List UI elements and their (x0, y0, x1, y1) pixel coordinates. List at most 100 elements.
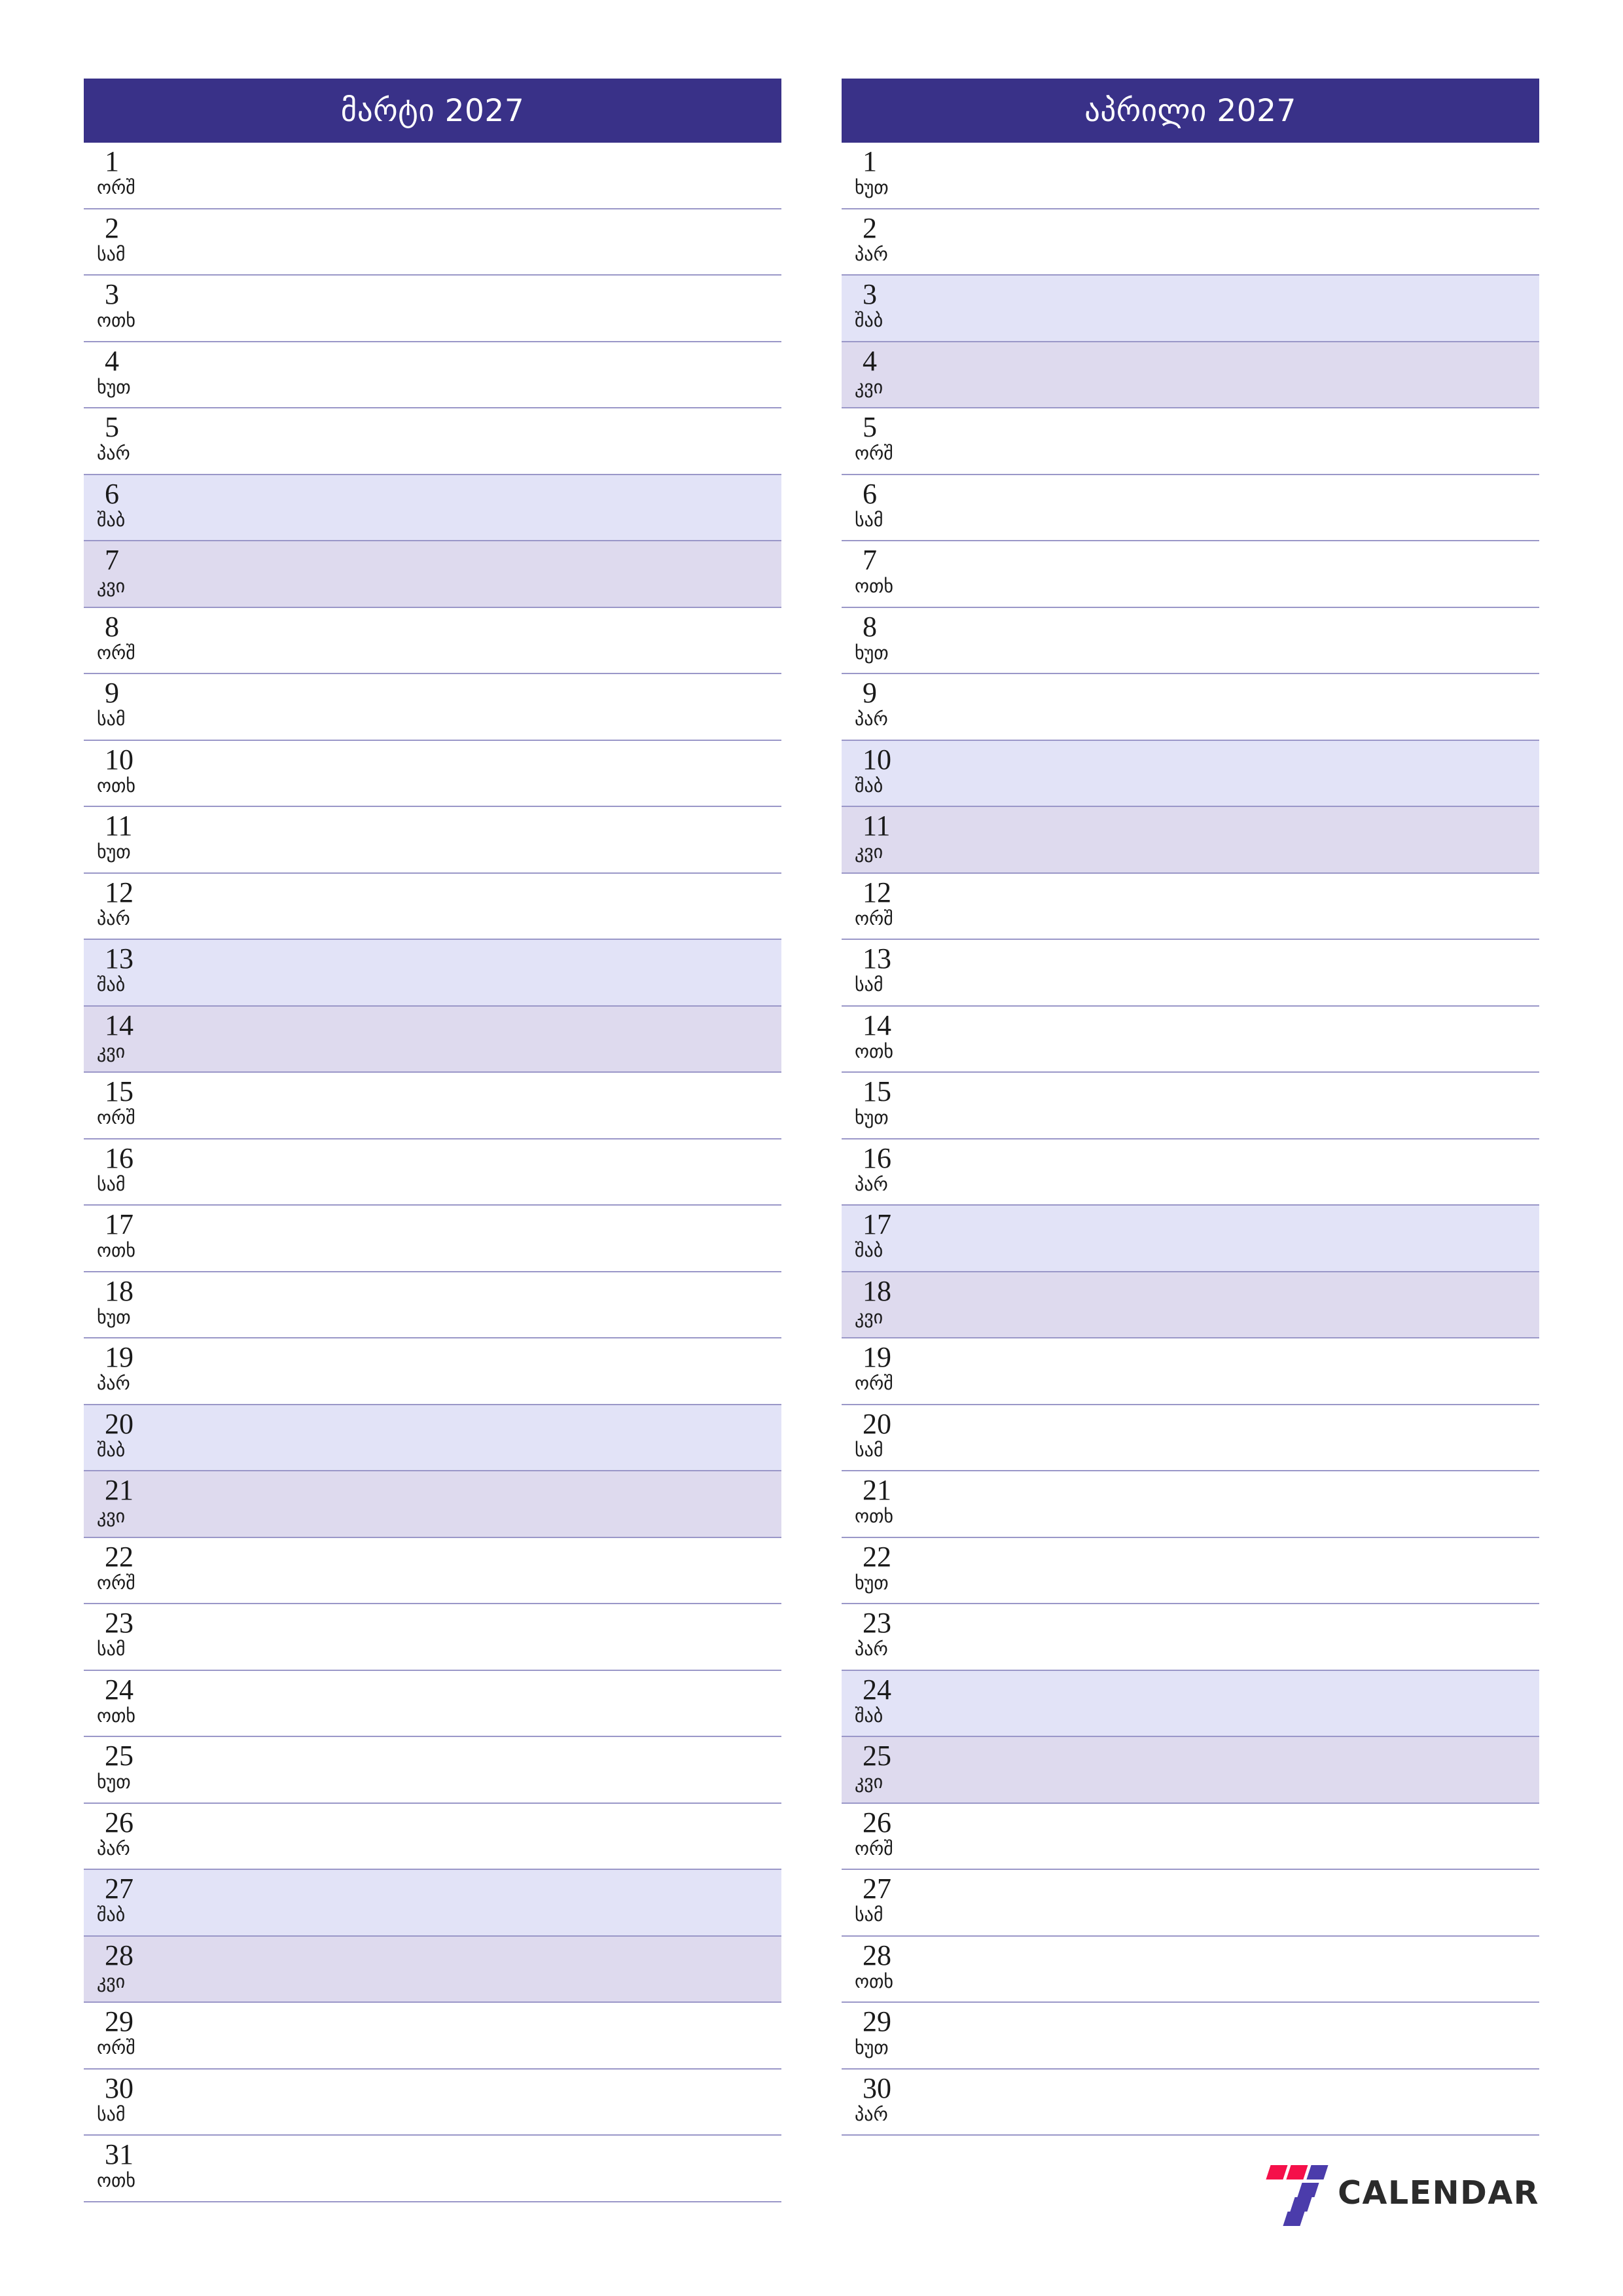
day-row[interactable]: 14 კვი (84, 1006, 781, 1073)
day-row[interactable]: 30 პარ (842, 2069, 1539, 2136)
day-number: 23 (105, 1607, 134, 1639)
day-row[interactable]: 13 შაბ (84, 940, 781, 1007)
day-weekday-label: ორშ (97, 641, 135, 664)
day-weekday-label: შაბ (855, 1704, 883, 1727)
day-row[interactable]: 28 ოთხ (842, 1936, 1539, 2003)
day-row[interactable]: 23 პარ (842, 1604, 1539, 1671)
day-weekday-label: პარ (97, 1372, 130, 1394)
day-row[interactable]: 26 ორშ (842, 1803, 1539, 1870)
day-weekday-label: შაბ (97, 1439, 126, 1461)
day-row[interactable]: 4 კვი (842, 342, 1539, 408)
day-row[interactable]: 10 შაბ (842, 740, 1539, 807)
day-number: 13 (863, 942, 891, 975)
day-number: 2 (105, 211, 119, 244)
day-row[interactable]: 2 სამ (84, 209, 781, 276)
day-number: 11 (863, 810, 891, 842)
day-row[interactable]: 13 სამ (842, 940, 1539, 1007)
day-row[interactable]: 3 ოთხ (84, 276, 781, 342)
day-weekday-label: კვი (855, 1771, 883, 1793)
day-weekday-label: ხუთ (855, 1571, 889, 1594)
day-row[interactable]: 4 ხუთ (84, 342, 781, 408)
day-weekday-label: შაბ (97, 509, 126, 531)
day-row[interactable]: 25 ხუთ (84, 1737, 781, 1804)
day-row[interactable]: 28 კვი (84, 1936, 781, 2003)
day-row[interactable]: 11 კვი (842, 807, 1539, 874)
day-row[interactable]: 24 ოთხ (84, 1670, 781, 1737)
month-title-right: აპრილი 2027 (842, 79, 1539, 143)
day-row[interactable]: 27 სამ (842, 1870, 1539, 1937)
day-weekday-label: პარ (855, 243, 888, 265)
day-number: 14 (105, 1009, 134, 1041)
day-number: 16 (105, 1141, 134, 1174)
day-row[interactable]: 5 პარ (84, 408, 781, 475)
day-row[interactable]: 7 ოთხ (842, 541, 1539, 608)
day-row[interactable]: 6 სამ (842, 475, 1539, 541)
day-weekday-label: ხუთ (855, 1107, 889, 1128)
day-weekday-label: სამ (97, 1638, 126, 1660)
day-row[interactable]: 24 შაბ (842, 1670, 1539, 1737)
day-number: 24 (863, 1673, 891, 1706)
day-row[interactable]: 15 ორშ (84, 1073, 781, 1139)
day-row[interactable]: 15 ხუთ (842, 1073, 1539, 1139)
day-row[interactable]: 6 შაბ (84, 475, 781, 541)
day-row[interactable]: 9 სამ (84, 674, 781, 741)
day-row[interactable]: 19 ორშ (842, 1338, 1539, 1405)
day-weekday-label: სამ (97, 2103, 126, 2125)
day-number: 3 (863, 278, 877, 310)
day-row[interactable]: 20 შაბ (84, 1405, 781, 1471)
day-row[interactable]: 16 პარ (842, 1139, 1539, 1206)
day-row[interactable]: 30 სამ (84, 2069, 781, 2136)
day-list-right: 1 ხუთ 2 პარ 3 შაბ 4 კვი 5 ორშ 6 სამ 7 ოთხ 8 ხუთ 9 პარ 10 შა… (842, 143, 1539, 2136)
day-row[interactable]: 17 შაბ (842, 1206, 1539, 1272)
day-row[interactable]: 7 კვი (84, 541, 781, 608)
day-number: 12 (105, 876, 134, 908)
day-number: 9 (863, 677, 877, 709)
day-number: 6 (863, 477, 877, 510)
day-row[interactable]: 12 ორშ (842, 873, 1539, 940)
day-row[interactable]: 1 ორშ (84, 143, 781, 209)
day-row[interactable]: 20 სამ (842, 1405, 1539, 1471)
day-weekday-label: სამ (97, 1173, 126, 1195)
day-list-left: 1 ორშ 2 სამ 3 ოთხ 4 ხუთ 5 პარ 6 შაბ 7 კვი 8 ორშ 9 სამ 10 ოთ… (84, 143, 781, 2202)
day-row[interactable]: 25 კვი (842, 1737, 1539, 1804)
day-weekday-label: პარ (97, 442, 130, 464)
day-weekday-label: კვი (855, 1306, 883, 1328)
day-row[interactable]: 8 ორშ (84, 607, 781, 674)
day-weekday-label: ორშ (97, 177, 135, 198)
day-row[interactable]: 3 შაბ (842, 276, 1539, 342)
day-weekday-label: პარ (855, 2103, 888, 2125)
day-number: 20 (863, 1407, 891, 1440)
day-row[interactable]: 16 სამ (84, 1139, 781, 1206)
calendar-page: მარტი 2027 1 ორშ 2 სამ 3 ოთხ 4 ხუთ 5 პარ 6 შაბ 7 კვი 8… (0, 0, 1623, 2296)
day-row[interactable]: 22 ხუთ (842, 1537, 1539, 1604)
day-row[interactable]: 18 კვი (842, 1272, 1539, 1338)
day-weekday-label: შაბ (855, 310, 883, 331)
day-row[interactable]: 21 ოთხ (842, 1471, 1539, 1538)
logo-wordmark: CALENDAR (1338, 2174, 1539, 2212)
day-row[interactable]: 5 ორშ (842, 408, 1539, 475)
day-row[interactable]: 26 პარ (84, 1803, 781, 1870)
day-row[interactable]: 9 პარ (842, 674, 1539, 741)
day-row[interactable]: 18 ხუთ (84, 1272, 781, 1338)
day-row[interactable]: 2 პარ (842, 209, 1539, 276)
brand-logo[interactable]: CALENDAR (1257, 2159, 1539, 2227)
day-row[interactable]: 10 ოთხ (84, 740, 781, 807)
day-row[interactable]: 29 ორშ (84, 2003, 781, 2070)
day-row[interactable]: 22 ორშ (84, 1537, 781, 1604)
day-number: 27 (105, 1873, 134, 1905)
day-number: 29 (105, 2005, 134, 2037)
day-row[interactable]: 1 ხუთ (842, 143, 1539, 209)
day-row[interactable]: 14 ოთხ (842, 1006, 1539, 1073)
day-number: 12 (863, 876, 891, 908)
day-row[interactable]: 19 პარ (84, 1338, 781, 1405)
day-row[interactable]: 23 სამ (84, 1604, 781, 1671)
day-row[interactable]: 31 ოთხ (84, 2136, 781, 2202)
day-row[interactable]: 11 ხუთ (84, 807, 781, 874)
day-row[interactable]: 17 ოთხ (84, 1206, 781, 1272)
day-row[interactable]: 27 შაბ (84, 1870, 781, 1937)
day-row[interactable]: 21 კვი (84, 1471, 781, 1538)
day-row[interactable]: 29 ხუთ (842, 2003, 1539, 2070)
day-row[interactable]: 8 ხუთ (842, 607, 1539, 674)
day-number: 10 (863, 743, 891, 776)
day-row[interactable]: 12 პარ (84, 873, 781, 940)
